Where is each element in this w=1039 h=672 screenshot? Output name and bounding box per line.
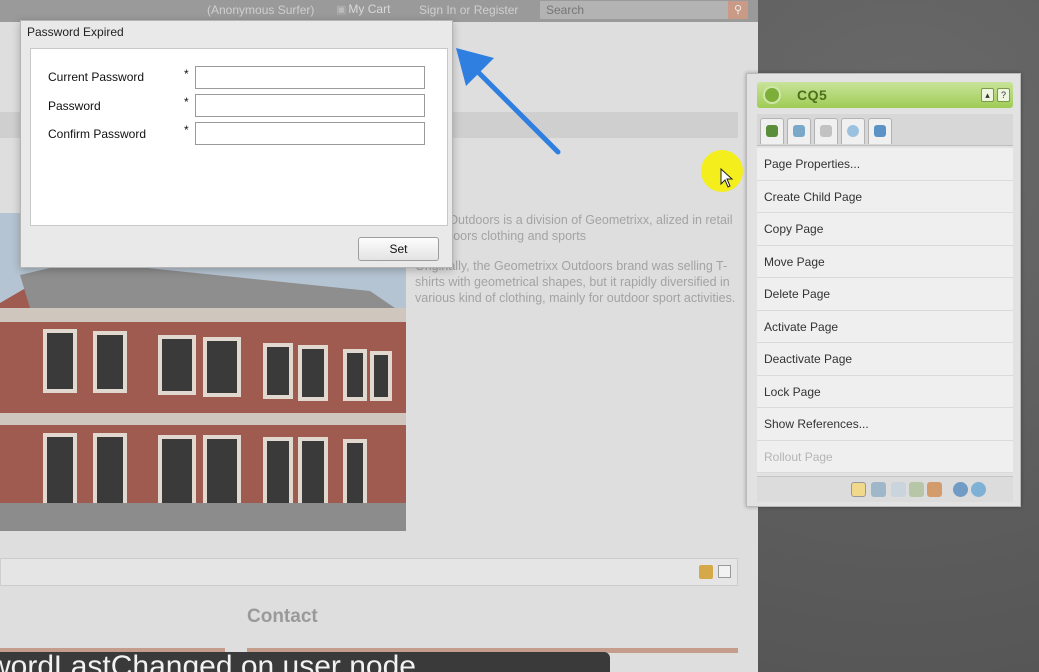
- signin-link[interactable]: Sign In or Register: [419, 3, 518, 17]
- menu-page-properties[interactable]: Page Properties...: [757, 148, 1013, 181]
- password-expired-dialog: Password Expired Current Password * Pass…: [20, 20, 453, 268]
- menu-activate-page[interactable]: Activate Page: [757, 310, 1013, 343]
- menu-deactivate-page[interactable]: Deactivate Page: [757, 343, 1013, 376]
- cart-icon: ▣: [336, 4, 347, 16]
- tab-workflow[interactable]: [868, 118, 892, 144]
- current-password-field[interactable]: [195, 66, 425, 89]
- dialog-form: Current Password * Password * Confirm Pa…: [30, 48, 448, 226]
- contact-heading: Contact: [247, 606, 318, 627]
- cq5-sidekick-panel: CQ5 ▴ ? Page Properties... Create Child …: [746, 73, 1021, 507]
- required-marker: *: [184, 123, 189, 137]
- menu-move-page[interactable]: Move Page: [757, 245, 1013, 278]
- info-icon: [820, 125, 832, 137]
- tab-components[interactable]: [760, 118, 784, 144]
- required-marker: *: [184, 67, 189, 81]
- about-paragraph-1: etrixx Outdoors is a division of Geometr…: [415, 213, 733, 243]
- websites-icon[interactable]: [953, 482, 968, 497]
- workflow-icon: [874, 125, 886, 137]
- annotation-arrow-icon: [456, 48, 561, 155]
- tab-page[interactable]: [787, 118, 811, 144]
- clock-icon: [847, 125, 859, 137]
- refresh-icon[interactable]: [971, 482, 986, 497]
- menu-show-references[interactable]: Show References...: [757, 408, 1013, 441]
- search-icon[interactable]: ⚲: [728, 1, 748, 19]
- checkbox-icon[interactable]: [718, 565, 731, 578]
- dialog-title: Password Expired: [27, 25, 124, 39]
- cart-link[interactable]: ▣ My Cart: [336, 2, 390, 16]
- password-label: Password: [48, 99, 101, 113]
- mouse-cursor-icon: [720, 168, 734, 188]
- sidekick-footer-toolbar: [757, 476, 1013, 502]
- menu-create-child-page[interactable]: Create Child Page: [757, 180, 1013, 213]
- site-topbar: (Anonymous Surfer) ▣ My Cart Sign In or R…: [0, 0, 758, 22]
- lock-icon[interactable]: [699, 565, 713, 579]
- components-icon: [766, 125, 778, 137]
- required-marker: *: [184, 95, 189, 109]
- search-input[interactable]: [540, 1, 728, 19]
- edit-mode-icon[interactable]: [851, 482, 866, 497]
- preview-icon[interactable]: [871, 482, 886, 497]
- video-caption: swordLastChanged on user node: [0, 652, 610, 672]
- about-text: etrixx Outdoors is a division of Geometr…: [415, 212, 740, 320]
- current-user: (Anonymous Surfer): [207, 3, 315, 17]
- collapse-icon[interactable]: ▴: [981, 88, 994, 102]
- client-context-icon[interactable]: [927, 482, 942, 497]
- menu-rollout-page: Rollout Page: [757, 440, 1013, 473]
- password-field[interactable]: [195, 94, 425, 117]
- confirm-password-label: Confirm Password: [48, 127, 147, 141]
- design-mode-icon[interactable]: [891, 482, 906, 497]
- page-icon: [793, 125, 805, 137]
- component-status-bar: [0, 558, 738, 586]
- sidekick-page-menu: Page Properties... Create Child Page Cop…: [757, 148, 1013, 473]
- sidekick-tabs: [757, 114, 1013, 146]
- cq5-logo-icon: [763, 86, 781, 104]
- about-paragraph-2: Originally, the Geometrixx Outdoors bran…: [415, 259, 736, 305]
- tab-versioning[interactable]: [841, 118, 865, 144]
- cart-label: My Cart: [348, 2, 391, 16]
- tab-information[interactable]: [814, 118, 838, 144]
- menu-delete-page[interactable]: Delete Page: [757, 278, 1013, 311]
- confirm-password-field[interactable]: [195, 122, 425, 145]
- current-password-label: Current Password: [48, 70, 145, 84]
- scaffolding-icon[interactable]: [909, 482, 924, 497]
- help-icon[interactable]: ?: [997, 88, 1010, 102]
- sidekick-title: CQ5: [797, 87, 828, 103]
- menu-lock-page[interactable]: Lock Page: [757, 375, 1013, 408]
- menu-copy-page[interactable]: Copy Page: [757, 213, 1013, 246]
- set-button[interactable]: Set: [358, 237, 439, 261]
- sidekick-header[interactable]: CQ5 ▴ ?: [757, 82, 1013, 108]
